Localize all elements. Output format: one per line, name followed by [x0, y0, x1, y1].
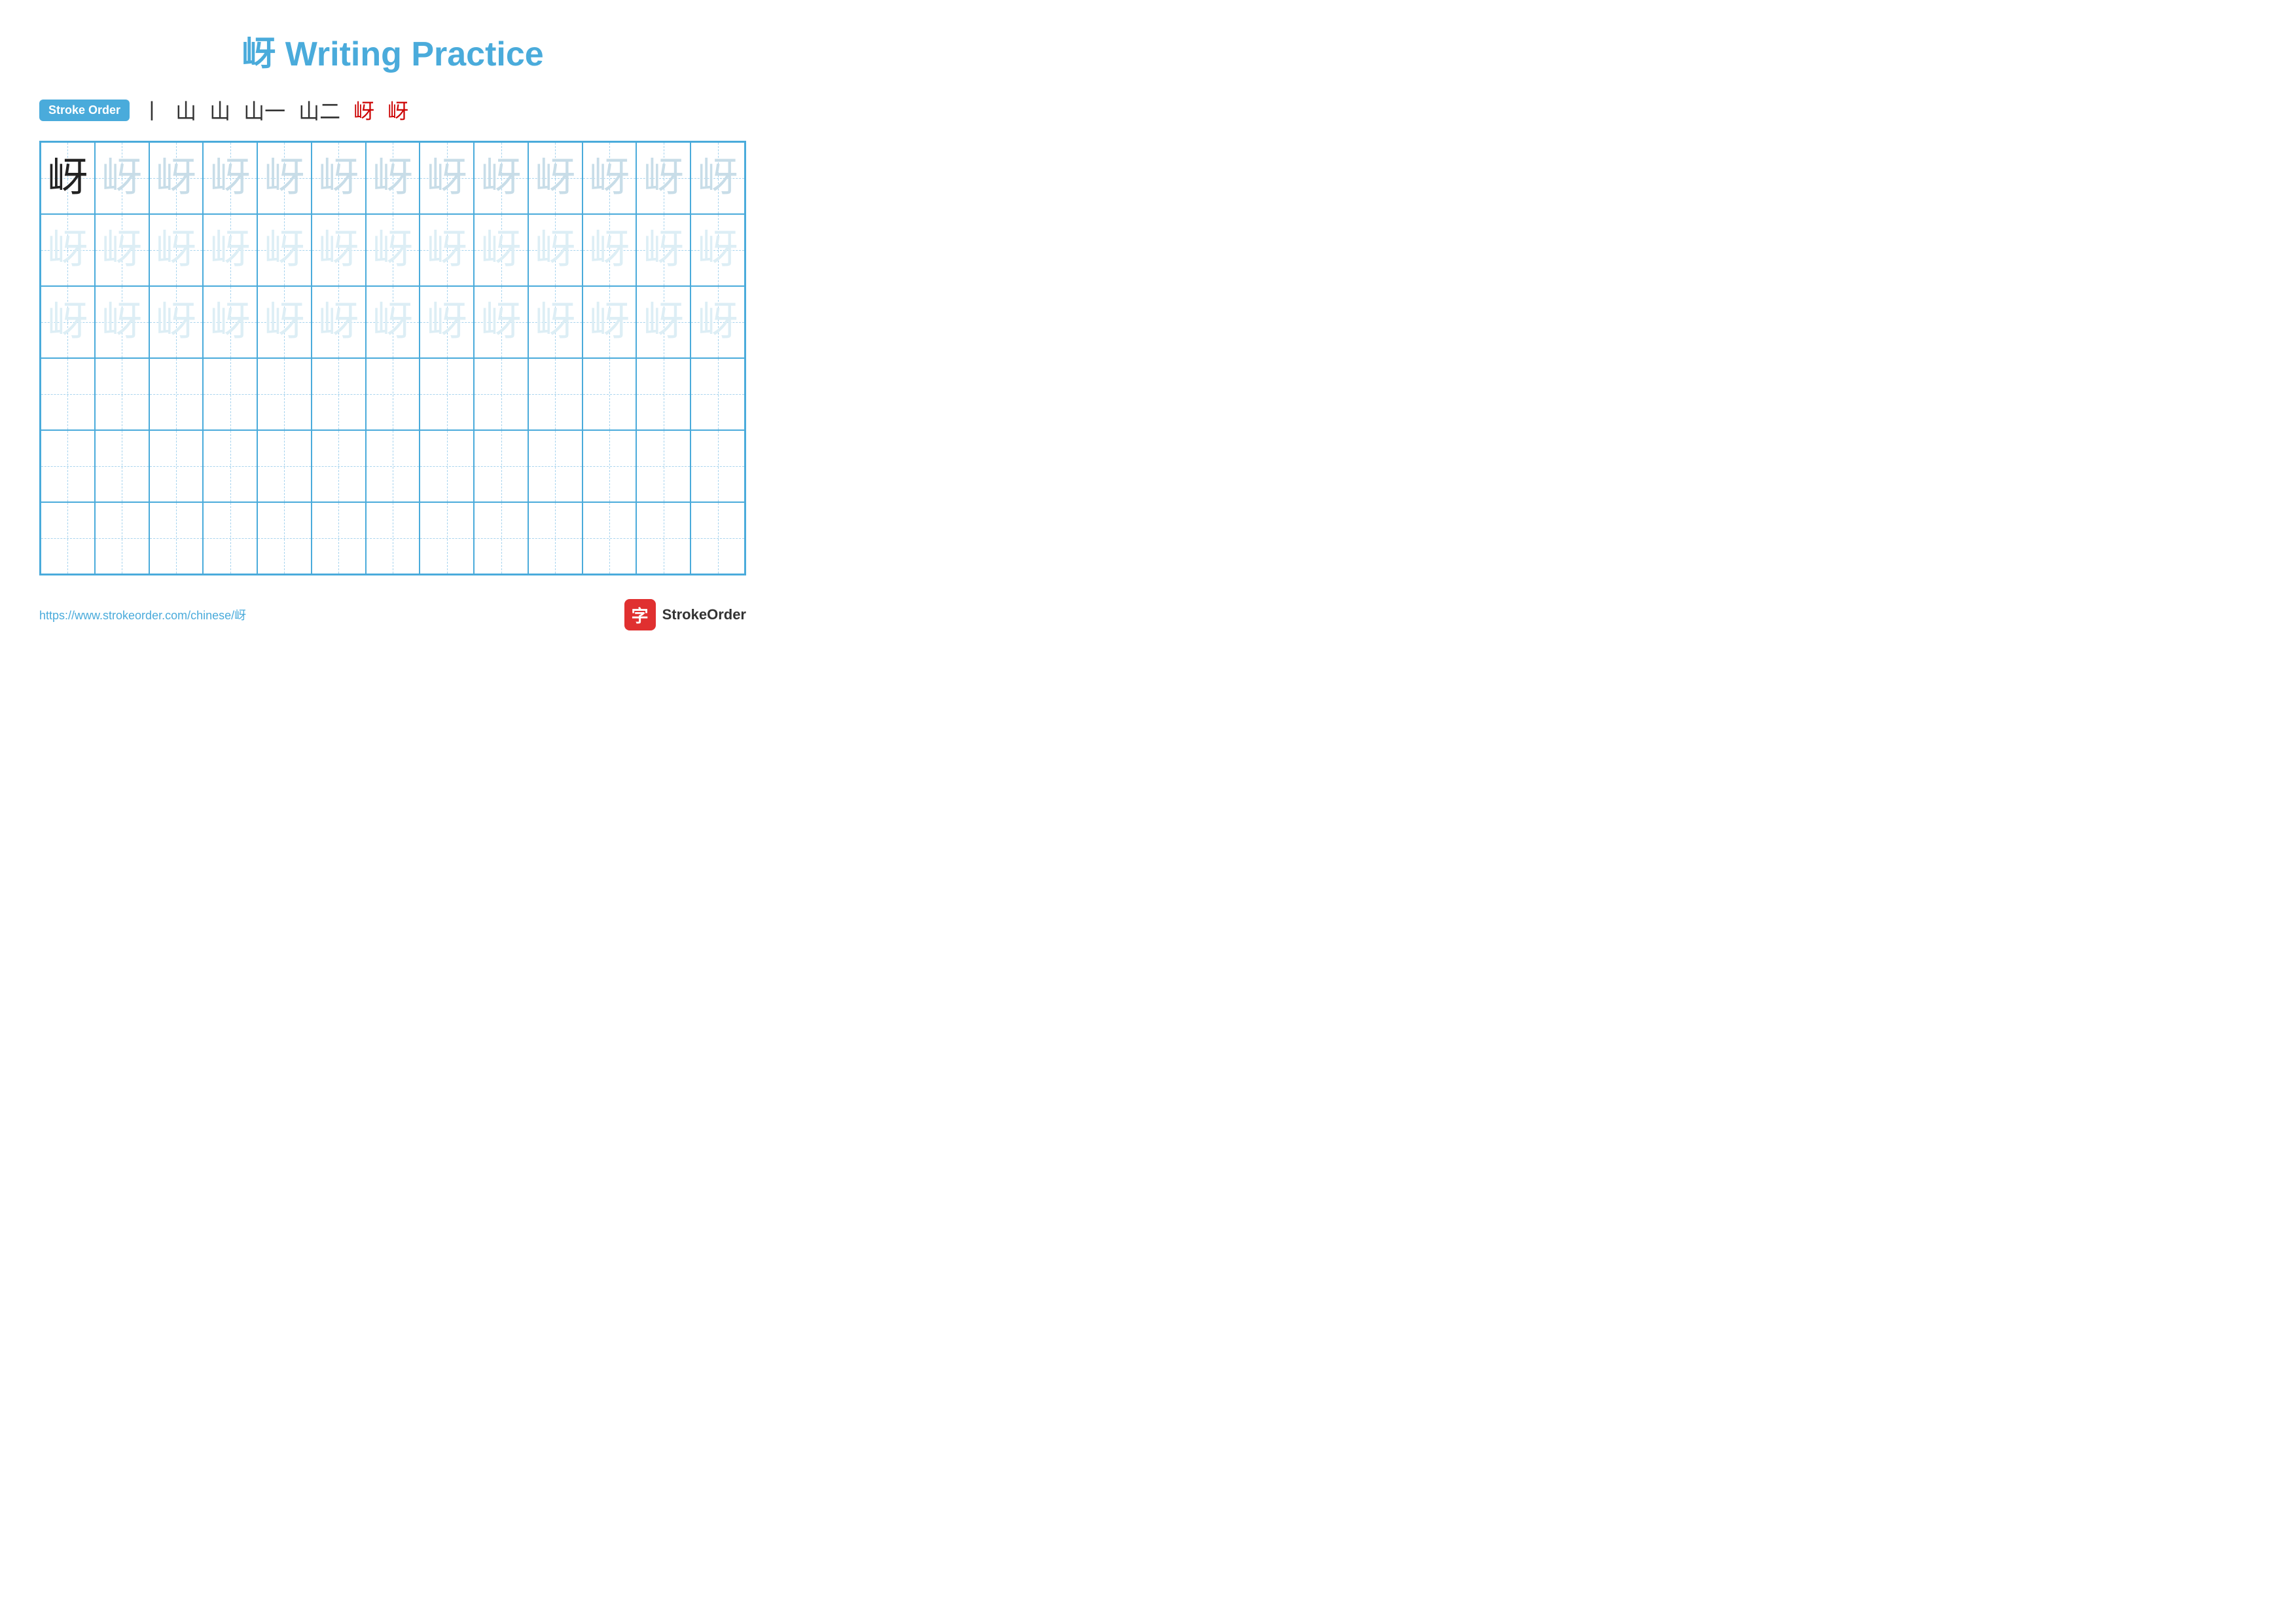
logo-icon: 字: [624, 599, 656, 630]
grid-cell[interactable]: 岈: [149, 142, 204, 214]
grid-cell[interactable]: 岈: [149, 286, 204, 358]
grid-cell[interactable]: [474, 430, 528, 502]
grid-cell[interactable]: [420, 358, 474, 430]
grid-cell[interactable]: [420, 430, 474, 502]
grid-cell[interactable]: 岈: [691, 142, 745, 214]
grid-cell[interactable]: [312, 358, 366, 430]
grid-cell[interactable]: [203, 502, 257, 574]
grid-cell[interactable]: [257, 358, 312, 430]
grid-cell[interactable]: 岈: [528, 214, 583, 286]
stroke-5: 山二: [298, 95, 340, 125]
grid-cell[interactable]: 岈: [95, 142, 149, 214]
grid-cell[interactable]: [691, 502, 745, 574]
grid-cell[interactable]: 岈: [149, 214, 204, 286]
grid-cell[interactable]: [528, 430, 583, 502]
grid-cell[interactable]: 岈: [257, 142, 312, 214]
grid-cell[interactable]: 岈: [474, 142, 528, 214]
grid-cell[interactable]: 岈: [203, 142, 257, 214]
grid-cell[interactable]: [312, 502, 366, 574]
page-title: 岈 Writing Practice: [39, 26, 746, 75]
grid-cell[interactable]: [257, 502, 312, 574]
footer-logo: 字 StrokeOrder: [624, 599, 746, 630]
grid-cell[interactable]: 岈: [41, 214, 95, 286]
grid-cell[interactable]: [366, 430, 420, 502]
practice-grid: 岈岈岈岈岈岈岈岈岈岈岈岈岈岈岈岈岈岈岈岈岈岈岈岈岈岈岈岈岈岈岈岈岈岈岈岈岈岈岈: [39, 141, 746, 575]
grid-cell[interactable]: 岈: [691, 286, 745, 358]
grid-cell[interactable]: [95, 430, 149, 502]
grid-cell[interactable]: [366, 358, 420, 430]
grid-cell[interactable]: [203, 430, 257, 502]
grid-cell[interactable]: [474, 358, 528, 430]
stroke-2: 山: [175, 95, 196, 125]
grid-cell[interactable]: 岈: [312, 214, 366, 286]
grid-cell[interactable]: 岈: [203, 286, 257, 358]
grid-cell[interactable]: 岈: [257, 214, 312, 286]
grid-cell[interactable]: [95, 502, 149, 574]
grid-cell[interactable]: [149, 358, 204, 430]
grid-cell[interactable]: [636, 502, 691, 574]
grid-cell[interactable]: [528, 358, 583, 430]
grid-cell[interactable]: [257, 430, 312, 502]
stroke-order-badge: Stroke Order: [39, 100, 130, 121]
grid-cell[interactable]: 岈: [41, 142, 95, 214]
footer: https://www.strokeorder.com/chinese/岈 字 …: [39, 599, 746, 630]
grid-cell[interactable]: 岈: [474, 286, 528, 358]
stroke-4: 山一: [243, 95, 285, 125]
grid-cell[interactable]: 岈: [312, 286, 366, 358]
grid-cell[interactable]: 岈: [312, 142, 366, 214]
grid-cell[interactable]: [583, 502, 637, 574]
grid-cell[interactable]: [41, 430, 95, 502]
grid-cell[interactable]: [149, 502, 204, 574]
grid-cell[interactable]: 岈: [583, 286, 637, 358]
grid-cell[interactable]: [420, 502, 474, 574]
grid-cell[interactable]: 岈: [420, 214, 474, 286]
grid-cell[interactable]: 岈: [95, 214, 149, 286]
grid-cell[interactable]: [583, 430, 637, 502]
stroke-order-row: Stroke Order 丨 山 山 山一 山二 岈 岈: [39, 95, 746, 125]
grid-cell[interactable]: 岈: [636, 142, 691, 214]
grid-cell[interactable]: 岈: [583, 142, 637, 214]
grid-cell[interactable]: [312, 430, 366, 502]
stroke-chars: 丨 山 山 山一 山二 岈 岈: [141, 95, 408, 125]
grid-cell[interactable]: [41, 502, 95, 574]
grid-cell[interactable]: 岈: [583, 214, 637, 286]
grid-cell[interactable]: [528, 502, 583, 574]
grid-cell[interactable]: 岈: [257, 286, 312, 358]
grid-cell[interactable]: 岈: [474, 214, 528, 286]
stroke-7: 岈: [387, 95, 408, 125]
footer-url[interactable]: https://www.strokeorder.com/chinese/岈: [39, 606, 246, 623]
grid-cell[interactable]: 岈: [420, 142, 474, 214]
grid-cell[interactable]: [636, 358, 691, 430]
grid-cell[interactable]: 岈: [636, 214, 691, 286]
grid-cell[interactable]: [691, 358, 745, 430]
grid-cell[interactable]: [474, 502, 528, 574]
grid-cell[interactable]: 岈: [420, 286, 474, 358]
grid-cell[interactable]: [149, 430, 204, 502]
grid-cell[interactable]: [691, 430, 745, 502]
stroke-3: 山: [209, 95, 230, 125]
grid-cell[interactable]: 岈: [203, 214, 257, 286]
stroke-1: 丨: [141, 95, 162, 125]
grid-cell[interactable]: [636, 430, 691, 502]
grid-cell[interactable]: 岈: [528, 286, 583, 358]
grid-cell[interactable]: 岈: [366, 142, 420, 214]
grid-cell[interactable]: 岈: [41, 286, 95, 358]
grid-cell[interactable]: [203, 358, 257, 430]
grid-cell[interactable]: 岈: [691, 214, 745, 286]
grid-cell[interactable]: [41, 358, 95, 430]
logo-text: StrokeOrder: [662, 606, 746, 623]
grid-cell[interactable]: 岈: [636, 286, 691, 358]
grid-cell[interactable]: 岈: [366, 214, 420, 286]
grid-cell[interactable]: 岈: [95, 286, 149, 358]
grid-cell[interactable]: [583, 358, 637, 430]
grid-cell[interactable]: [95, 358, 149, 430]
grid-cell[interactable]: [366, 502, 420, 574]
grid-cell[interactable]: 岈: [528, 142, 583, 214]
grid-cell[interactable]: 岈: [366, 286, 420, 358]
stroke-6: 岈: [353, 95, 374, 125]
